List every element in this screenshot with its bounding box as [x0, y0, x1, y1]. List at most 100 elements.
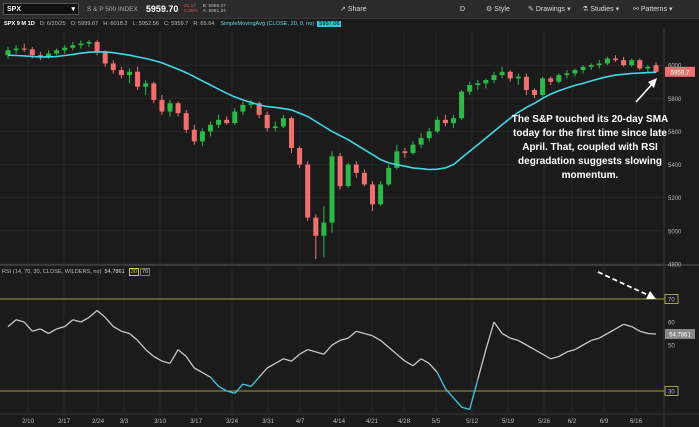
rsi-segment [477, 349, 487, 380]
candle-body [426, 131, 432, 139]
rsi-segment [193, 367, 203, 374]
rsi-segment [40, 328, 49, 335]
patterns-button[interactable]: ⚯ Patterns ▾ [633, 3, 674, 15]
rsi-segment [356, 330, 365, 335]
rsi-oversold-level: 30 [128, 268, 139, 276]
candle-body [531, 90, 538, 95]
share-icon: ↗ [340, 6, 346, 13]
quote-date: D: 6/20/25 [39, 20, 66, 27]
time-tick-label: 6/16 [630, 418, 643, 425]
candle-body [483, 80, 489, 84]
time-tick-label: 3/10 [154, 418, 167, 425]
share-label: Share [347, 5, 367, 13]
rsi-study-label[interactable]: RSI (14, 70, 30, CLOSE, WILDERS, no) [2, 269, 101, 275]
candle-body [329, 156, 335, 223]
candle-body [102, 51, 108, 64]
rsi-segment [550, 355, 559, 360]
candle-body [62, 47, 68, 51]
candle-body [418, 138, 424, 145]
rsi-segment [501, 332, 511, 339]
pattern-icon: ⚯ [633, 6, 639, 13]
candle-body [378, 184, 384, 205]
candle-body [450, 118, 457, 124]
rsi-segment [436, 372, 446, 389]
time-tick-label: 4/7 [296, 418, 305, 425]
rsi-segment [185, 356, 195, 369]
instrument-name: S & P 500 INDEX [87, 5, 138, 13]
time-tick-label: 4/21 [366, 418, 379, 425]
chevron-down-icon: ▾ [668, 6, 673, 13]
chart-title: SPX 9 M 1D [4, 20, 35, 27]
chart-canvas[interactable]: 48005000520054005600580060002/10 2/17 2/24… [0, 0, 699, 427]
candle-body [523, 76, 529, 90]
rsi-segment [582, 339, 592, 346]
rsi-segment [266, 362, 276, 369]
rsi-segment [607, 328, 616, 335]
rsi-segment [364, 332, 373, 337]
rsi-segment [177, 349, 187, 357]
candle-body [216, 119, 222, 125]
bid-ask: B: 5958.37 A: 5961.24 [203, 4, 226, 14]
drawings-button[interactable]: ✎ Drawings ▾ [528, 3, 573, 15]
candle-body [321, 222, 327, 236]
candle-body [54, 50, 60, 54]
candle-body [5, 50, 11, 56]
style-button[interactable]: ⚙ Style [486, 3, 510, 15]
flask-icon: ⚗ [582, 6, 589, 13]
candle-body [94, 41, 100, 52]
rsi-segment [104, 316, 114, 328]
chevron-down-icon: ▾ [567, 6, 571, 13]
candle-body [118, 70, 124, 76]
rsi-segment [420, 358, 430, 364]
candle-body [305, 164, 311, 218]
time-tick-label: 5/26 [538, 418, 551, 425]
candle-body [637, 60, 643, 69]
price-change: -21.17 -0.35% [182, 4, 197, 14]
candle-body [232, 111, 238, 124]
rsi-segment [258, 367, 268, 378]
candle-body [621, 60, 627, 66]
sma-study-label[interactable]: SimpleMovingAvg (CLOSE, 20, 0, no) [220, 21, 314, 27]
rsi-segment [558, 351, 568, 358]
candle-body [548, 78, 554, 82]
rsi-segment [210, 376, 220, 387]
share-button[interactable]: ↗ Share [340, 3, 367, 15]
time-tick-label: 5/19 [502, 418, 515, 425]
candle-body [126, 71, 133, 76]
studies-button[interactable]: ⚗ Studies ▾ [582, 3, 621, 15]
rsi-segment [574, 344, 584, 351]
time-tick-label: 2/10 [22, 418, 35, 425]
aggregation-label: D [460, 5, 466, 13]
rsi-segment [396, 353, 406, 362]
candle-body [653, 65, 659, 72]
studies-label: Studies [590, 5, 614, 13]
candle-body [199, 131, 205, 142]
symbol-input[interactable]: SPX ▾ [3, 3, 79, 15]
candle-body [475, 83, 481, 86]
symbol-text: SPX [7, 5, 22, 13]
rsi-segment [129, 333, 139, 341]
chevron-down-icon[interactable]: ▾ [71, 5, 75, 13]
last-price-tag-label: 5959.7 [671, 69, 690, 76]
quote-close: C: 5959.7 [164, 20, 189, 27]
rsi-segment [242, 383, 252, 388]
rsi-segment [388, 346, 398, 355]
candle-body [369, 184, 376, 205]
rsi-divergence-arrowhead [646, 291, 656, 299]
chart-window: 4800 5000 5200 5400 5600 5800 6000 2/10 2/17 2/24… [0, 0, 699, 427]
time-tick-label: 3/3 [120, 418, 129, 425]
candle-body [459, 91, 465, 119]
time-tick-label: 3/24 [226, 418, 239, 425]
rsi-segment [534, 349, 543, 355]
quote-bar: SPX 9 M 1D D: 6/20/25 O: 5999.67 H: 6018… [0, 19, 699, 28]
candle-body [240, 104, 246, 112]
candle-body [272, 126, 278, 129]
candle-body [151, 83, 157, 100]
candle-body [515, 76, 521, 79]
candle-body [564, 73, 570, 76]
aggregation-button[interactable]: D [460, 3, 465, 15]
candle-body [556, 75, 562, 82]
candle-body [191, 129, 197, 142]
rsi-segment [161, 360, 171, 365]
candle-body [353, 164, 359, 173]
